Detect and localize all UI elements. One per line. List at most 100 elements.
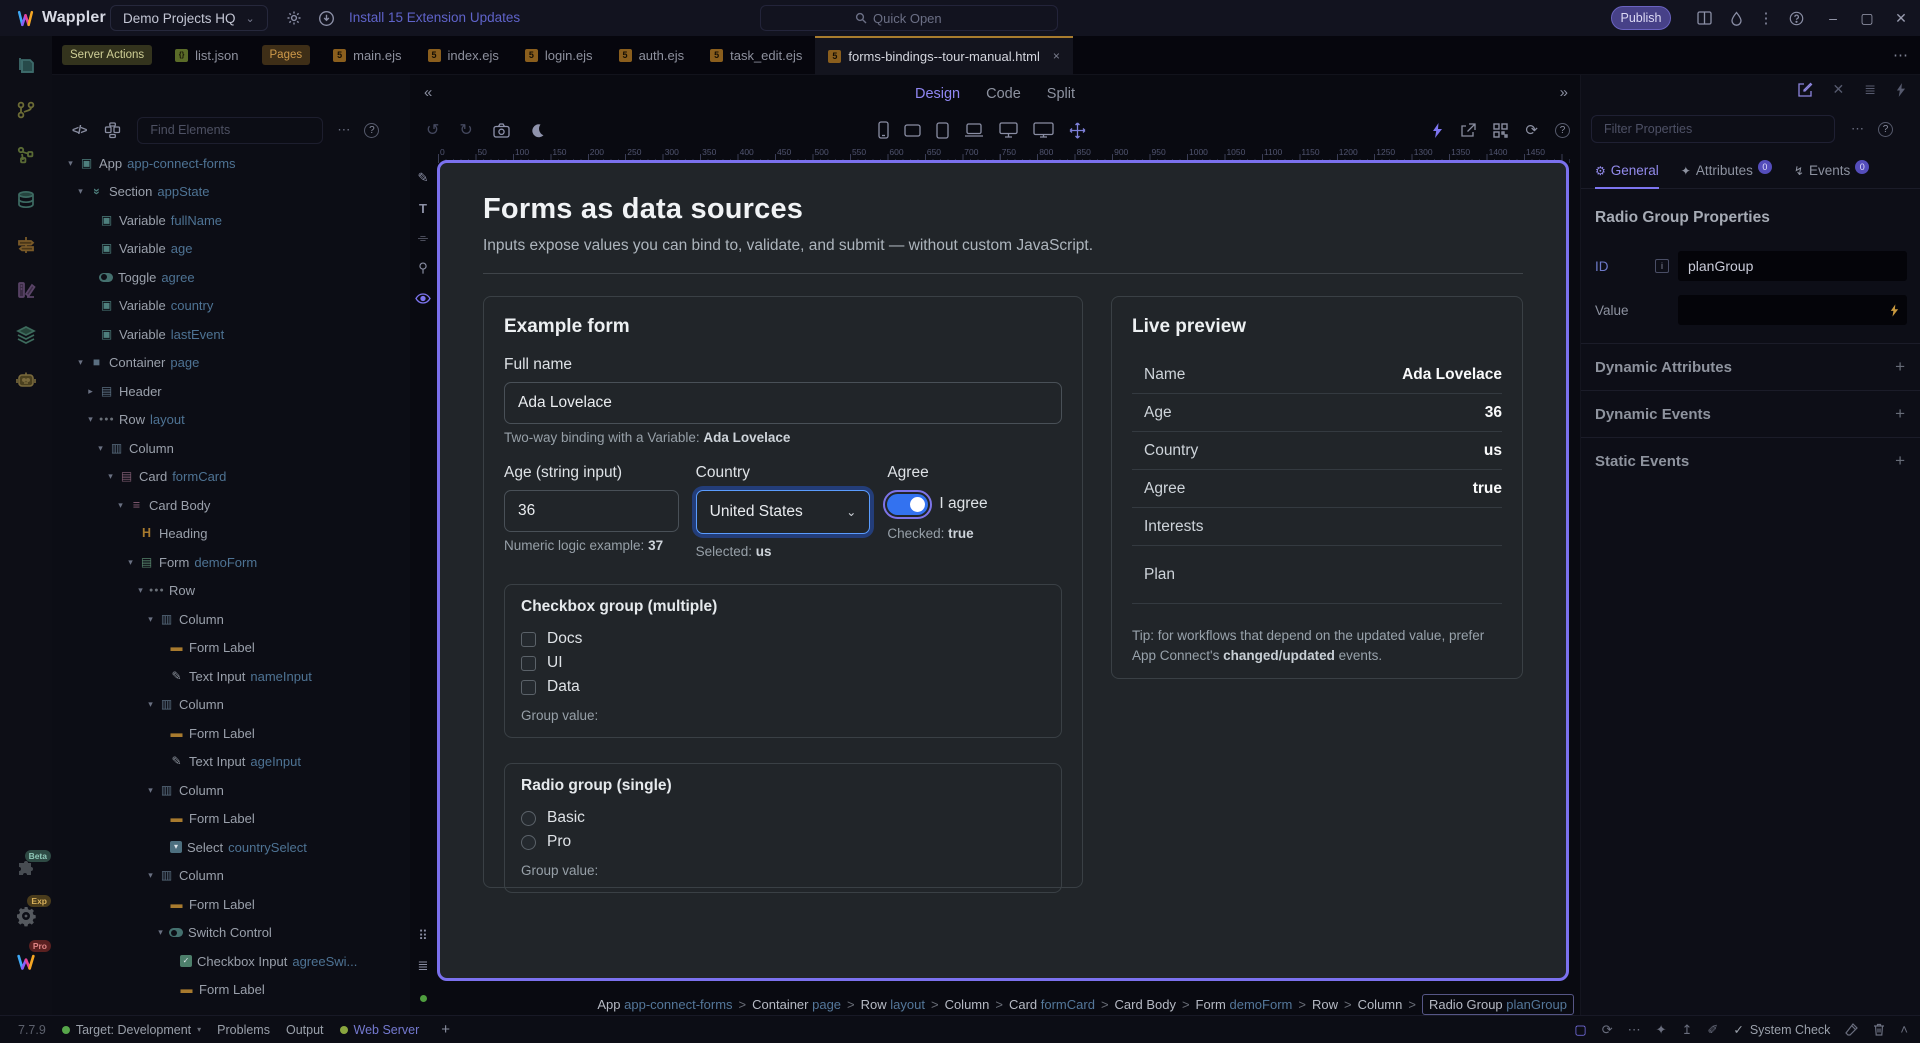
document-tab-index-ejs[interactable]: 5 index.ejs (415, 36, 512, 75)
frame-tool-icon[interactable]: ▢ (1574, 1022, 1586, 1038)
breadcrumb-item-app-app-connect-forms[interactable]: App app-connect-forms (597, 997, 732, 1012)
dark-mode-moon-icon[interactable] (530, 123, 545, 138)
expander-icon[interactable]: ▾ (144, 614, 157, 625)
properties-help-icon[interactable]: ? (1878, 121, 1893, 137)
tab-overflow-icon[interactable]: ⋯ (1893, 46, 1908, 64)
extensions-beta-icon[interactable]: Beta (0, 850, 52, 890)
tree-item-text-input-ageinput[interactable]: ✎ Text Input ageInput (52, 748, 410, 777)
full-name-input[interactable]: Ada Lovelace (504, 382, 1062, 424)
expander-icon[interactable]: ▾ (144, 699, 157, 710)
document-tab-pages[interactable]: Pages (261, 45, 311, 65)
experimental-settings-icon[interactable]: Exp (0, 895, 52, 935)
help-icon[interactable] (1786, 8, 1806, 28)
breadcrumb-item-container-page[interactable]: Container page (752, 997, 841, 1012)
tree-item-form-label[interactable]: ▬ Form Label (52, 976, 410, 1005)
target-selector[interactable]: Target: Development ▾ (61, 1023, 201, 1037)
section-dynamic-events[interactable]: Dynamic Events + (1581, 390, 1920, 437)
git-panel-icon[interactable] (0, 91, 52, 129)
wappler-pro-icon[interactable]: Pro (0, 940, 52, 980)
expander-icon[interactable]: ▾ (144, 870, 157, 881)
tree-item-form-label[interactable]: ▬ Form Label (52, 719, 410, 748)
radio-pro[interactable] (521, 834, 536, 850)
styles-panel-icon[interactable] (0, 271, 52, 309)
edit-tool-icon[interactable]: ✎ (410, 163, 436, 193)
components-icon[interactable] (104, 121, 121, 139)
bindings-bolt-icon[interactable] (1432, 122, 1443, 138)
checkbox-docs[interactable] (521, 631, 536, 647)
checkbox-data[interactable] (521, 679, 536, 695)
tree-item-row[interactable]: ▾ ●●● Row (52, 577, 410, 606)
layout-columns-icon[interactable] (1694, 8, 1714, 28)
tree-item-column[interactable]: ▾ ▥ Column (52, 605, 410, 634)
tree-item-column[interactable]: ▾ ▥ Column (52, 434, 410, 463)
close-tab-icon[interactable]: × (1053, 49, 1060, 63)
tree-item-form-label[interactable]: ▬ Form Label (52, 890, 410, 919)
device-wide-monitor-icon[interactable] (1033, 122, 1054, 138)
tree-item-select-countryselect[interactable]: ▾ Select countrySelect (52, 833, 410, 862)
tree-item-card-formcard[interactable]: ▾ ▤ Card formCard (52, 463, 410, 492)
events-bolt-icon[interactable] (1896, 82, 1906, 97)
more-tools-icon[interactable]: ⋯ (1628, 1022, 1641, 1038)
database-panel-icon[interactable] (0, 181, 52, 219)
settings-gear-icon[interactable] (284, 8, 304, 28)
find-elements-input[interactable] (137, 116, 324, 144)
tree-item-column[interactable]: ▾ ▥ Column (52, 691, 410, 720)
tree-item-variable-country[interactable]: ▣ Variable country (52, 292, 410, 321)
filter-properties-input[interactable] (1591, 115, 1835, 143)
measure-tool-icon[interactable]: ⌯ (410, 223, 436, 253)
document-tab-server-actions[interactable]: Server Actions (62, 45, 153, 65)
reload-icon[interactable]: ⟳ (1602, 1022, 1613, 1038)
clean-icon[interactable] (1845, 1023, 1859, 1036)
country-select[interactable]: United States ⌄ (695, 490, 871, 534)
tree-item-column[interactable]: ▾ ▥ Column (52, 862, 410, 891)
list-handle-icon[interactable]: ≣ (410, 951, 436, 981)
tree-item-container-page[interactable]: ▾ ■ Container page (52, 349, 410, 378)
tree-item-app-app-connect-forms[interactable]: ▾ ▣ App app-connect-forms (52, 149, 410, 178)
breadcrumb-item-card-formcard[interactable]: Card formCard (1009, 997, 1095, 1012)
document-tab-forms-bindings-tour-manual-html[interactable]: 5 forms-bindings--tour-manual.html × (815, 35, 1073, 75)
tree-item-heading[interactable]: H Heading (52, 520, 410, 549)
tree-item-variable-age[interactable]: ▣ Variable age (52, 235, 410, 264)
layers-panel-icon[interactable] (0, 316, 52, 354)
dynamic-value-bolt-icon[interactable] (1890, 303, 1899, 317)
canvas-help-icon[interactable]: ? (1555, 122, 1570, 138)
breadcrumb-item-row-layout[interactable]: Row layout (861, 997, 925, 1012)
agree-switch[interactable] (883, 489, 933, 519)
device-laptop-icon[interactable] (964, 122, 984, 138)
routes-panel-icon[interactable] (0, 226, 52, 264)
trash-icon[interactable] (1873, 1023, 1885, 1036)
collapse-right-panel-icon[interactable]: » (1560, 84, 1568, 101)
tree-item-switch-control[interactable]: ▾ Switch Control (52, 919, 410, 948)
tree-item-checkbox-input-agreeswi-[interactable]: ✓ Checkbox Input agreeSwi... (52, 947, 410, 976)
expander-icon[interactable]: ▾ (114, 500, 127, 511)
install-updates-link[interactable]: Install 15 Extension Updates (349, 10, 520, 25)
age-input[interactable]: 36 (504, 490, 679, 532)
tree-item-form-label[interactable]: ▬ Form Label (52, 805, 410, 834)
tree-item-header[interactable]: ▸ ▤ Header (52, 377, 410, 406)
expander-icon[interactable]: ▾ (134, 585, 147, 596)
assistant-panel-icon[interactable] (0, 361, 52, 399)
id-input[interactable]: planGroup (1678, 251, 1907, 281)
expander-icon[interactable]: ▸ (84, 386, 97, 397)
tree-item-text-input-nameinput[interactable]: ✎ Text Input nameInput (52, 662, 410, 691)
breadcrumb-item-card-body[interactable]: Card Body (1115, 997, 1176, 1012)
add-icon[interactable]: + (1895, 357, 1905, 377)
project-selector[interactable]: Demo Projects HQ ⌄ (110, 5, 268, 31)
section-dynamic-attributes[interactable]: Dynamic Attributes + (1581, 343, 1920, 390)
expander-icon[interactable]: ▾ (64, 158, 77, 169)
breadcrumb-item-row[interactable]: Row (1312, 997, 1338, 1012)
properties-tab-general[interactable]: ⚙ General (1595, 157, 1659, 189)
publish-button[interactable]: Publish (1611, 6, 1671, 30)
tree-item-form-demoform[interactable]: ▾ ▤ Form demoForm (52, 548, 410, 577)
screenshot-icon[interactable] (493, 122, 510, 138)
value-input[interactable] (1678, 295, 1907, 325)
expander-icon[interactable]: ▾ (94, 443, 107, 454)
redo-icon[interactable]: ↻ (459, 120, 472, 140)
device-phone-icon[interactable] (878, 121, 889, 139)
extension-updates-icon[interactable] (316, 8, 336, 28)
breadcrumb-item-column[interactable]: Column (945, 997, 990, 1012)
tree-item-row-layout[interactable]: ▾ ●●● Row layout (52, 406, 410, 435)
close-button[interactable]: ✕ (1886, 0, 1916, 36)
document-tab-task-edit-ejs[interactable]: 5 task_edit.ejs (697, 36, 815, 75)
tree-item-toggle-agree[interactable]: Toggle agree (52, 263, 410, 292)
